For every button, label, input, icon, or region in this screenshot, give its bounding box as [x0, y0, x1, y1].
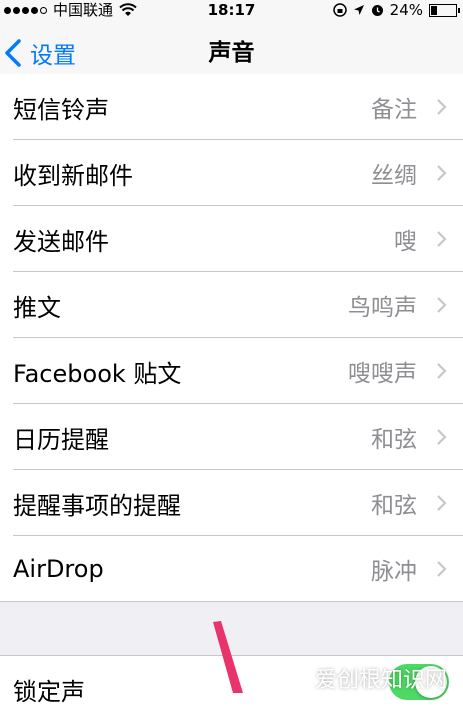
row-calendar-alerts[interactable]: 日历提醒 和弦	[0, 404, 463, 470]
row-label: 提醒事项的提醒	[13, 491, 181, 520]
row-label: 日历提醒	[13, 425, 109, 454]
row-airdrop[interactable]: AirDrop 脉冲	[0, 536, 463, 602]
alarm-icon	[371, 4, 383, 16]
row-sent-mail[interactable]: 发送邮件 嗖	[0, 206, 463, 272]
row-value: 和弦	[371, 493, 417, 519]
location-icon	[353, 5, 364, 15]
row-value: 备注	[371, 97, 417, 123]
row-label: AirDrop	[13, 555, 104, 583]
sound-settings-list: 短信铃声 备注 收到新邮件 丝绸 发送邮件 嗖 推文 鸟鸣声 Facebook …	[0, 74, 463, 602]
chevron-right-icon	[437, 99, 447, 115]
chevron-right-icon	[437, 429, 447, 445]
lock-sound-label: 锁定声	[13, 678, 85, 706]
row-label: 发送邮件	[13, 227, 109, 256]
row-reminder-alerts[interactable]: 提醒事项的提醒 和弦	[0, 470, 463, 536]
rotation-lock-icon	[332, 3, 347, 17]
row-new-mail[interactable]: 收到新邮件 丝绸	[0, 140, 463, 206]
row-label: Facebook 贴文	[13, 359, 182, 388]
row-text-tone[interactable]: 短信铃声 备注	[0, 74, 463, 140]
chevron-right-icon	[437, 561, 447, 577]
annotation-arrow-icon	[213, 621, 243, 693]
row-value: 和弦	[371, 427, 417, 453]
row-facebook-post[interactable]: Facebook 贴文 嗖嗖声	[0, 338, 463, 404]
row-label: 短信铃声	[13, 95, 109, 124]
row-label: 推文	[13, 293, 61, 322]
row-value: 丝绸	[371, 163, 417, 189]
watermark: 爱创根知识网	[314, 668, 447, 693]
row-value: 脉冲	[371, 559, 417, 585]
battery-percent: 24%	[389, 1, 423, 19]
row-value: 嗖	[394, 229, 417, 255]
row-value: 鸟鸣声	[348, 295, 417, 321]
page-title: 声音	[208, 40, 255, 66]
chevron-right-icon	[437, 231, 447, 247]
status-right: 24%	[332, 0, 460, 20]
row-tweet[interactable]: 推文 鸟鸣声	[0, 272, 463, 338]
row-value: 嗖嗖声	[348, 361, 417, 387]
status-bar: 中国联通 18:17 24%	[0, 0, 463, 20]
chevron-right-icon	[437, 363, 447, 379]
row-label: 收到新邮件	[13, 161, 133, 190]
chevron-right-icon	[437, 495, 447, 511]
chevron-right-icon	[437, 165, 447, 181]
chevron-right-icon	[437, 297, 447, 313]
battery-icon	[429, 3, 460, 17]
